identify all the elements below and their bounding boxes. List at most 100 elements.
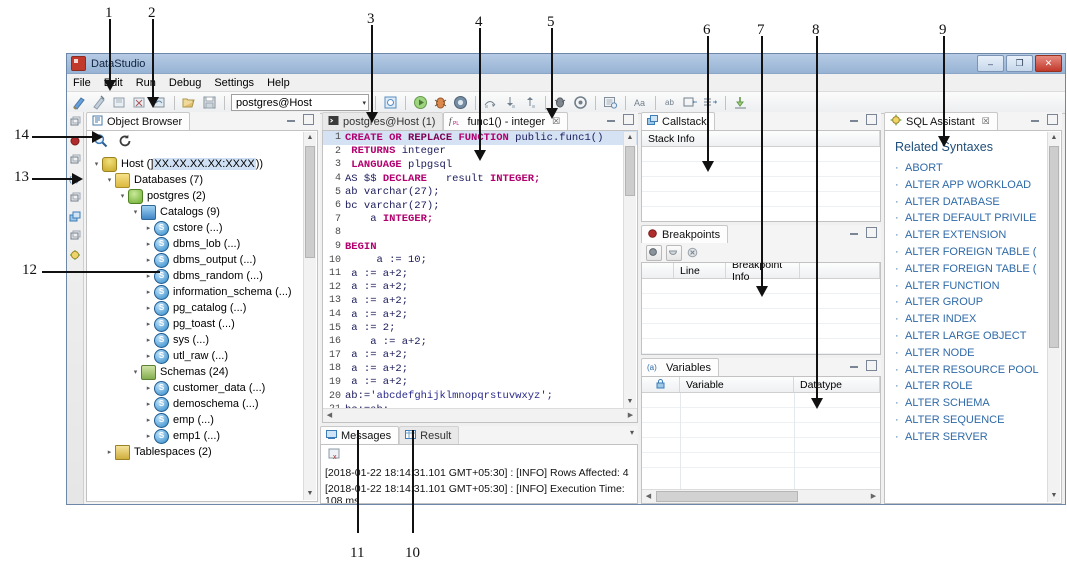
step-over-icon[interactable] [482, 94, 499, 111]
tab-result[interactable]: Result [399, 426, 460, 444]
restore-view-icon[interactable] [69, 230, 81, 242]
clear-messages-icon[interactable]: x [328, 447, 342, 464]
toggle-breakpoint-icon[interactable] [646, 244, 662, 261]
collapse-twisty-icon[interactable] [130, 368, 141, 376]
expand-twisty-icon[interactable] [104, 448, 115, 456]
syntax-link[interactable]: ALTER SEQUENCE [885, 412, 1061, 429]
step-into-icon[interactable] [502, 94, 519, 111]
code-line[interactable]: 19 a := a+2; [323, 376, 637, 390]
expand-twisty-icon[interactable] [143, 336, 154, 344]
column-spacer[interactable] [800, 263, 880, 278]
save-file-icon[interactable] [201, 94, 218, 111]
expand-twisty-icon[interactable] [143, 432, 154, 440]
code-line[interactable]: 11 a := a+2; [323, 267, 637, 281]
expand-twisty-icon[interactable] [143, 320, 154, 328]
syntax-link[interactable]: ALTER INDEX [885, 311, 1061, 328]
tree-node[interactable]: Spg_toast (...) [91, 316, 317, 332]
syntax-link[interactable]: ALTER DATABASE [885, 194, 1061, 211]
menu-help[interactable]: Help [267, 77, 290, 89]
syntax-link[interactable]: ALTER SCHEMA [885, 395, 1061, 412]
minimize-icon[interactable] [286, 114, 297, 125]
add-connection-icon[interactable] [382, 94, 399, 111]
tab-callstack[interactable]: Callstack [641, 112, 715, 130]
column-breakpoint-info[interactable]: Breakpoint Info [726, 263, 800, 283]
minimize-icon[interactable] [1030, 114, 1041, 125]
tab-breakpoints[interactable]: Breakpoints [641, 225, 729, 243]
tree-node[interactable]: postgres (2) [91, 188, 317, 204]
scroll-thumb[interactable] [625, 146, 635, 196]
compile-debug-icon[interactable] [572, 94, 589, 111]
tab-sql-assistant[interactable]: SQL Assistant ☒ [884, 112, 998, 130]
indent-icon[interactable] [682, 94, 699, 111]
expand-twisty-icon[interactable] [143, 256, 154, 264]
syntax-link[interactable]: ALTER SERVER [885, 429, 1061, 446]
column-variable[interactable]: Variable [680, 377, 794, 392]
run-icon[interactable] [412, 94, 429, 111]
open-file-icon[interactable] [181, 94, 198, 111]
code-line[interactable]: 10 a := 10; [323, 253, 637, 267]
syntax-link[interactable]: ALTER RESOURCE POOL [885, 362, 1061, 379]
explain-plan-icon[interactable] [602, 94, 619, 111]
restore-view-icon[interactable] [69, 116, 81, 128]
maximize-icon[interactable] [866, 360, 877, 371]
syntax-link[interactable]: ALTER FOREIGN TABLE ( [885, 261, 1061, 278]
column-datatype[interactable]: Datatype [794, 377, 880, 392]
syntax-link[interactable]: ALTER FUNCTION [885, 278, 1061, 295]
outdent-icon[interactable] [702, 94, 719, 111]
tree-node[interactable]: Sdbms_lob (...) [91, 236, 317, 252]
collapse-twisty-icon[interactable] [130, 208, 141, 216]
scroll-thumb[interactable] [1049, 146, 1059, 348]
code-area[interactable]: 1 CREATE OR REPLACE FUNCTION public.func1… [323, 131, 637, 417]
code-line[interactable]: 5 ab varchar(27); [323, 185, 637, 199]
column-breakpoint-marker[interactable] [642, 263, 674, 278]
scroll-down-arrow[interactable]: ▼ [624, 396, 636, 408]
export-icon[interactable] [732, 94, 749, 111]
code-line[interactable]: 16 a := a+2; [323, 335, 637, 349]
maximize-icon[interactable] [303, 114, 314, 125]
close-connection-icon[interactable] [131, 94, 148, 111]
code-line[interactable]: 14 a := a+2; [323, 308, 637, 322]
related-syntaxes-list[interactable]: ABORTALTER APP WORKLOADALTER DATABASEALT… [885, 160, 1061, 446]
code-line[interactable]: 18 a := a+2; [323, 362, 637, 376]
remove-breakpoint-icon[interactable] [686, 246, 700, 260]
code-line[interactable]: 4 AS $$ DECLARE result INTEGER; [323, 172, 637, 186]
scroll-right-arrow[interactable]: ▶ [624, 409, 637, 422]
code-line[interactable]: 15 a := 2; [323, 321, 637, 335]
editor-vertical-scrollbar[interactable]: ▲ ▼ [623, 132, 636, 408]
tree-node[interactable]: Schemas (24) [91, 364, 317, 380]
syntax-link[interactable]: ALTER EXTENSION [885, 227, 1061, 244]
tree-node[interactable]: Tablespaces (2) [91, 444, 317, 460]
tab-object-browser[interactable]: Object Browser [86, 112, 191, 130]
syntax-link[interactable]: ALTER LARGE OBJECT [885, 328, 1061, 345]
column-line[interactable]: Line [674, 263, 726, 278]
expand-twisty-icon[interactable] [143, 400, 154, 408]
comment-icon[interactable]: ab [662, 94, 679, 111]
tree-node[interactable]: Semp (...) [91, 412, 317, 428]
stop-debug-icon[interactable] [452, 94, 469, 111]
syntax-link[interactable]: ALTER GROUP [885, 294, 1061, 311]
syntax-link[interactable]: ALTER ROLE [885, 378, 1061, 395]
close-icon[interactable]: ☒ [982, 116, 990, 127]
debug-icon[interactable] [432, 94, 449, 111]
tree-node[interactable]: Sutl_raw (...) [91, 348, 317, 364]
collapse-twisty-icon[interactable] [117, 192, 128, 200]
code-line[interactable]: 6 bc varchar(27); [323, 199, 637, 213]
tree-node[interactable]: Semp1 (...) [91, 428, 317, 444]
minimize-icon[interactable] [849, 360, 860, 371]
step-return-icon[interactable] [522, 94, 539, 111]
expand-twisty-icon[interactable] [143, 416, 154, 424]
scroll-left-arrow[interactable]: ◀ [642, 490, 655, 503]
callstack-view-icon[interactable] [69, 211, 81, 223]
tab-variables[interactable]: (a) Variables [641, 358, 720, 376]
tree-node[interactable]: Scstore (...) [91, 220, 317, 236]
object-tree-scrollbar[interactable]: ▲ ▼ [303, 132, 316, 500]
scroll-right-arrow[interactable]: ▶ [867, 490, 880, 503]
code-line[interactable]: 13 a := a+2; [323, 294, 637, 308]
menu-file[interactable]: File [73, 77, 91, 89]
expand-twisty-icon[interactable] [143, 240, 154, 248]
maximize-icon[interactable] [1047, 114, 1058, 125]
editor-horizontal-scrollbar[interactable]: ◀ ▶ [323, 408, 637, 422]
maximize-icon[interactable] [866, 227, 877, 238]
collapse-twisty-icon[interactable] [91, 160, 102, 168]
syntax-link[interactable]: ALTER DEFAULT PRIVILE [885, 210, 1061, 227]
